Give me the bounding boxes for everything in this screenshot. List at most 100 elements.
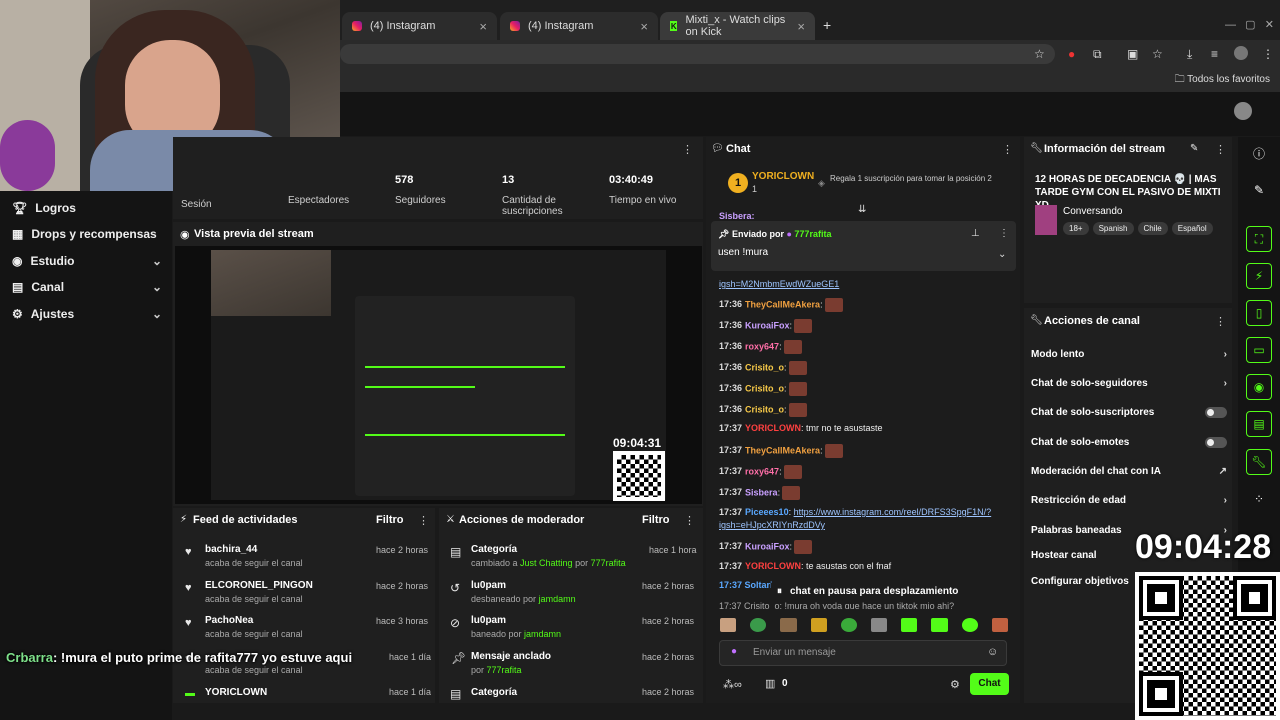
bolt-icon[interactable]: ⚡︎ [1246, 263, 1272, 289]
chat-user[interactable]: YORICLOWN [745, 423, 801, 433]
chat-user[interactable]: Sisbera [745, 487, 778, 497]
broadcast-icon[interactable]: ◉ [1246, 374, 1272, 400]
feed-item-name[interactable]: PachoNea [205, 615, 253, 626]
drag-handle-icon[interactable]: ⁘ [1246, 486, 1272, 512]
mod-sub-user[interactable]: 777rafita [487, 665, 522, 675]
chat-user[interactable]: YORICLOWN [745, 561, 801, 571]
top-gifter-name[interactable]: YORICLOWN [752, 171, 814, 182]
mod-sub-highlight[interactable]: Just Chatting [520, 558, 573, 568]
sidebar-item-ajustes[interactable]: ⚙ Ajustes ⌄ [12, 307, 162, 321]
chat-user[interactable]: Piceees10 [745, 507, 789, 517]
feed-filter-button[interactable]: Filtro [376, 514, 404, 526]
gift-box-icon[interactable]: ▥ [765, 677, 775, 690]
collapse-icon[interactable]: ⇊ [858, 204, 866, 215]
cast-icon[interactable]: ▣ [1127, 47, 1138, 61]
emote-icon[interactable] [871, 618, 888, 632]
chat-partial-link[interactable]: igsh=M2NmbmEwdWZueGE1 [719, 279, 839, 289]
unpin-icon[interactable]: ⊥ [971, 228, 980, 239]
chevron-down-icon[interactable]: ⌄ [998, 249, 1006, 260]
emotes-only-toggle[interactable] [1205, 437, 1227, 448]
emote-icon[interactable] [720, 618, 737, 632]
mod-item-name[interactable]: lu0pam [471, 580, 506, 591]
tag-badge[interactable]: 18+ [1063, 222, 1089, 235]
document-icon[interactable]: ▯ [1246, 300, 1272, 326]
mod-sub-user[interactable]: jamdamn [524, 629, 561, 639]
mod-filter-button[interactable]: Filtro [642, 514, 670, 526]
emote-icon[interactable] [750, 618, 767, 632]
mod-sub-user[interactable]: jamdamn [539, 594, 576, 604]
menu-icon[interactable]: ⋮ [1262, 47, 1274, 61]
chat-user[interactable]: TheyCallMeAkera [745, 445, 820, 455]
browser-tab-1[interactable]: (4) Instagram × [342, 12, 497, 40]
bookmark-star-icon[interactable]: ☆ [1152, 47, 1163, 61]
emote-icon[interactable] [961, 618, 978, 632]
emote-icon[interactable] [810, 618, 827, 632]
close-tab-icon[interactable]: × [640, 19, 648, 34]
emote-icon[interactable] [901, 618, 918, 632]
chat-send-button[interactable]: Chat [970, 673, 1009, 695]
chat-user[interactable]: TheyCallMeAkera [745, 299, 820, 309]
profile-avatar[interactable] [1234, 46, 1248, 60]
emote-icon[interactable] [780, 618, 797, 632]
window-controls[interactable]: — ▢ ✕ [1225, 18, 1274, 31]
close-tab-icon[interactable]: × [797, 19, 805, 34]
chat-user[interactable]: roxy647 [745, 466, 779, 476]
edit-icon[interactable]: ✎ [1246, 177, 1272, 203]
mod-item-name[interactable]: lu0pam [471, 615, 506, 626]
more-icon[interactable]: ⋮ [684, 514, 695, 527]
points-icon[interactable]: ⁂∞ [723, 678, 742, 691]
close-tab-icon[interactable]: × [479, 19, 487, 34]
star-icon[interactable]: ☆ [1034, 47, 1045, 61]
bookmarks-bar[interactable]: 🗀 Todos los favoritos [1175, 72, 1270, 89]
emote-icon[interactable] [931, 618, 948, 632]
feed-item-name[interactable]: YORICLOWN [205, 687, 267, 698]
settings-icon[interactable]: ⚙ [950, 678, 960, 691]
feed-item-name[interactable]: bachira_44 [205, 544, 257, 555]
tag-badge[interactable]: Spanish [1092, 222, 1134, 235]
fullscreen-icon[interactable]: ⛶ [1246, 226, 1272, 252]
sidebar-item-canal[interactable]: ▤ Canal ⌄ [12, 280, 162, 294]
puzzle-icon[interactable]: ⧉ [1093, 47, 1102, 62]
more-icon[interactable]: ⋮ [682, 143, 693, 156]
extension-icon[interactable]: ● [1068, 47, 1075, 61]
emote-icon[interactable] [840, 618, 858, 632]
action-ai-moderation[interactable]: Moderación del chat con IA ↗ [1031, 466, 1227, 477]
feed-item-name[interactable]: ELCORONEL_PINGON [205, 580, 313, 591]
action-age-restriction[interactable]: Restricción de edad › [1031, 495, 1227, 506]
chat-user[interactable]: KuroaiFox [745, 541, 790, 551]
browser-tab-3[interactable]: K Mixti_x - Watch clips on Kick × [660, 12, 815, 40]
sidebar-item-estudio[interactable]: ◉ Estudio ⌄ [12, 254, 162, 268]
download-icon[interactable]: ⤓ [1187, 47, 1192, 62]
mod-sub-user[interactable]: 777rafita [591, 558, 626, 568]
emote-icon[interactable] [991, 618, 1009, 632]
chat-user[interactable]: roxy647 [745, 341, 779, 351]
more-icon[interactable]: ⋮ [418, 514, 429, 527]
sidebar-item-drops[interactable]: ▦ Drops y recompensas [12, 227, 162, 241]
more-icon[interactable]: ⋮ [1002, 143, 1013, 156]
more-icon[interactable]: ⋮ [1215, 143, 1226, 156]
more-icon[interactable]: ⋮ [999, 228, 1009, 239]
media-icon[interactable]: ≡ [1211, 47, 1218, 61]
edit-icon[interactable]: ✎ [1190, 143, 1198, 154]
info-icon[interactable]: ⓘ [1246, 140, 1272, 166]
chat-user[interactable]: Crisito_o [745, 404, 784, 414]
more-icon[interactable]: ⋮ [1215, 315, 1226, 328]
pinned-user[interactable]: 777rafita [794, 229, 831, 239]
browser-tab-2[interactable]: (4) Instagram × [500, 12, 658, 40]
chat-user[interactable]: KuroaiFox [745, 320, 790, 330]
sidebar-item-logros[interactable]: 🏆︎ Logros [12, 201, 162, 215]
action-followers-only[interactable]: Chat de solo-seguidores › [1031, 378, 1227, 389]
tag-badge[interactable]: Español [1171, 222, 1213, 235]
chat-bubble-icon[interactable]: ▭ [1246, 337, 1272, 363]
preview-video[interactable]: 09:04:31 [175, 246, 702, 504]
list-icon[interactable]: ▤ [1246, 411, 1272, 437]
wrench-icon[interactable]: 🔧︎ [1246, 449, 1272, 475]
chat-user[interactable]: Crisito_o [745, 383, 784, 393]
new-tab-button[interactable]: + [823, 17, 831, 33]
subs-only-toggle[interactable] [1205, 407, 1227, 418]
chat-user[interactable]: Crisito_o [745, 362, 784, 372]
action-slow-mode[interactable]: Modo lento › [1031, 349, 1227, 360]
user-avatar[interactable] [1234, 102, 1252, 120]
emoji-icon[interactable]: ☺ [987, 646, 998, 658]
address-bar[interactable] [340, 44, 1055, 64]
